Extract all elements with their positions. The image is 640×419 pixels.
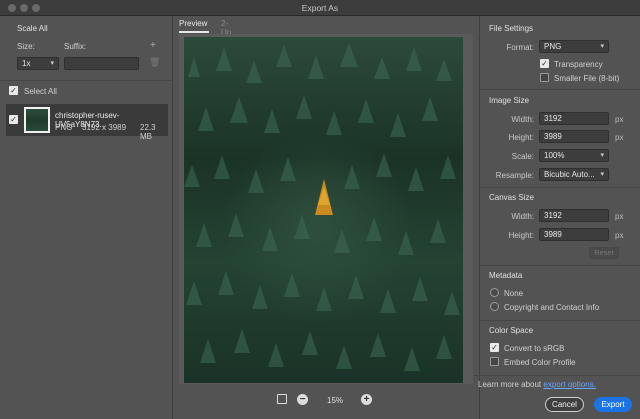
asset-dimensions: 3192 x 3989	[82, 123, 127, 132]
transparency-label: Transparency	[554, 60, 603, 69]
canvas-width-input[interactable]: 3192	[539, 209, 609, 222]
learn-more-label: Learn more about	[478, 380, 542, 389]
chevron-down-icon: ▾	[600, 171, 604, 178]
chevron-down-icon: ▾	[50, 60, 54, 67]
zoom-out-icon[interactable]: −	[297, 394, 308, 405]
width-label: Width:	[511, 115, 534, 124]
format-value: PNG	[544, 42, 562, 51]
canvas-width-label: Width:	[511, 212, 534, 221]
divider	[0, 80, 173, 81]
learn-more-text: Learn more about export options.	[478, 380, 596, 389]
metadata-none-label: None	[504, 289, 524, 298]
divider	[480, 265, 640, 266]
resample-value: Bicubic Auto...	[544, 170, 595, 179]
active-tab-indicator	[179, 31, 209, 33]
forest-image	[184, 43, 460, 371]
assets-panel: Scale All Size: Suffix: + 1x ▾ 🗑 ✓ Selec…	[0, 16, 173, 419]
canvas-width-unit: px	[615, 212, 624, 221]
embed-profile-label: Embed Color Profile	[504, 358, 576, 367]
select-all-label: Select All	[24, 87, 57, 96]
smaller-file-checkbox[interactable]	[540, 73, 549, 82]
asset-filesize: 22.3 MB	[140, 123, 156, 141]
width-input[interactable]: 3192	[539, 112, 609, 125]
file-settings-heading: File Settings	[489, 24, 534, 33]
transparency-checkbox[interactable]: ✓	[540, 59, 549, 68]
scale-label: Scale:	[511, 152, 534, 161]
suffix-input[interactable]	[64, 57, 139, 70]
canvas-height-input[interactable]: 3989	[539, 228, 609, 241]
export-options-link[interactable]: export options.	[543, 380, 595, 389]
yellow-tree	[315, 179, 333, 215]
metadata-copyright-radio[interactable]	[490, 302, 499, 311]
divider	[473, 375, 640, 376]
zoom-window-icon[interactable]	[32, 4, 40, 12]
minimize-window-icon[interactable]	[20, 4, 28, 12]
canvas-size-heading: Canvas Size	[489, 193, 534, 202]
scale-value: 100%	[544, 151, 565, 160]
tab-preview[interactable]: Preview	[179, 19, 207, 28]
metadata-heading: Metadata	[489, 271, 523, 280]
plus-icon[interactable]: +	[150, 40, 156, 51]
resample-select[interactable]: Bicubic Auto... ▾	[539, 168, 609, 181]
trash-icon[interactable]: 🗑	[149, 57, 160, 68]
size-select[interactable]: 1x ▾	[17, 57, 59, 70]
select-all-checkbox[interactable]: ✓	[9, 86, 18, 95]
preview-toolbar: − 15% +	[179, 390, 473, 410]
convert-srgb-checkbox[interactable]: ✓	[490, 343, 499, 352]
asset-row[interactable]: ✓ christopher-rusev-UV5aY8N73... PNG 319…	[6, 104, 168, 141]
asset-checkbox[interactable]: ✓	[9, 115, 18, 124]
title-bar: Export As	[0, 0, 640, 16]
export-button[interactable]: Export	[594, 397, 632, 412]
asset-thumbnail	[24, 107, 50, 133]
width-unit: px	[615, 115, 624, 124]
reset-button[interactable]: Reset	[589, 247, 619, 259]
color-space-heading: Color Space	[489, 326, 534, 335]
size-select-value: 1x	[22, 59, 31, 68]
close-window-icon[interactable]	[8, 4, 16, 12]
height-unit: px	[615, 133, 624, 142]
metadata-none-radio[interactable]	[490, 288, 499, 297]
divider	[480, 187, 640, 188]
format-select[interactable]: PNG ▾	[539, 40, 609, 53]
format-label: Format:	[506, 43, 534, 52]
canvas-height-label: Height:	[508, 231, 534, 240]
divider	[480, 320, 640, 321]
height-input[interactable]: 3989	[539, 130, 609, 143]
fit-to-screen-icon[interactable]	[277, 394, 287, 404]
embed-profile-checkbox[interactable]	[490, 357, 499, 366]
window-title: Export As	[301, 3, 339, 13]
canvas-height-unit: px	[615, 231, 624, 240]
scale-all-heading: Scale All	[17, 24, 48, 33]
chevron-down-icon: ▾	[600, 43, 604, 50]
zoom-level: 15%	[327, 396, 344, 405]
height-label: Height:	[508, 133, 534, 142]
image-size-heading: Image Size	[489, 96, 530, 105]
size-label: Size:	[17, 42, 35, 51]
smaller-file-label: Smaller File (8-bit)	[554, 74, 620, 83]
metadata-copyright-label: Copyright and Contact Info	[504, 303, 600, 312]
suffix-label: Suffix:	[64, 42, 87, 51]
scale-select[interactable]: 100% ▾	[539, 149, 609, 162]
chevron-down-icon: ▾	[600, 152, 604, 159]
asset-format: PNG	[55, 123, 73, 132]
divider	[480, 89, 640, 90]
resample-label: Resample:	[495, 171, 534, 180]
convert-srgb-label: Convert to sRGB	[504, 344, 565, 353]
zoom-in-icon[interactable]: +	[361, 394, 372, 405]
cancel-button[interactable]: Cancel	[545, 397, 584, 412]
preview-image	[184, 37, 463, 383]
